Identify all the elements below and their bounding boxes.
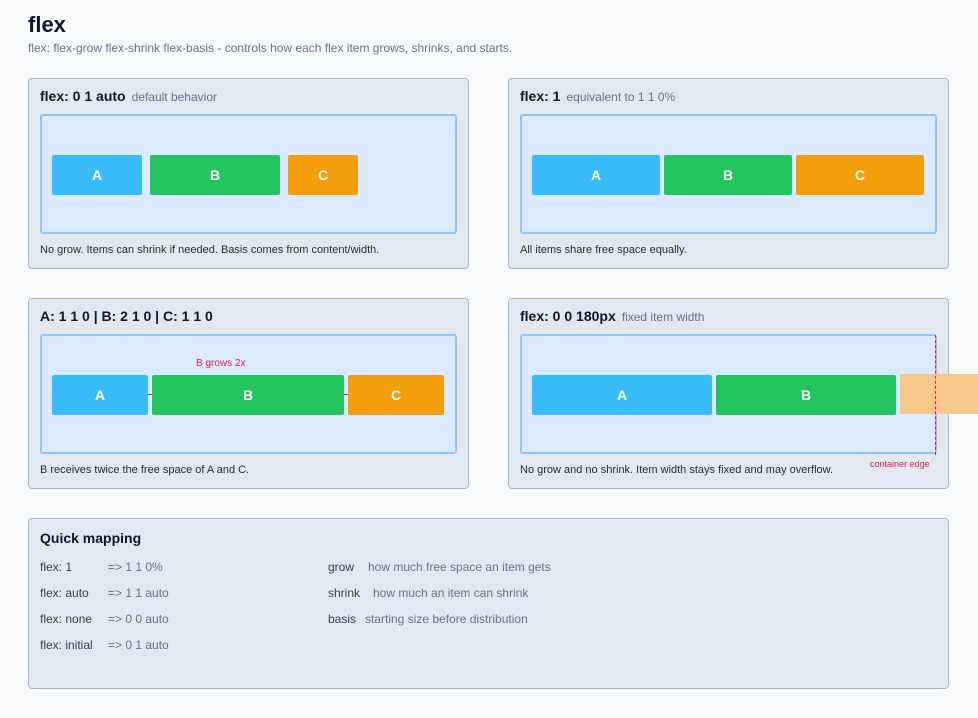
flex-item-a: A (532, 155, 660, 195)
panel-caption: No grow. Items can shrink if needed. Bas… (40, 244, 380, 256)
flex-item-c: C (796, 155, 924, 195)
term-description: starting size before distribution (365, 612, 528, 626)
panel-header: flex: 0 1 auto default behavior (40, 88, 217, 106)
example-panel-flex-1: flex: 1 equivalent to 1 1 0% A B C All it… (508, 78, 949, 269)
overflow-item-c (900, 374, 978, 414)
grow-annotation: B grows 2x (196, 358, 246, 369)
mapping-key: flex: initial (40, 638, 93, 652)
panel-title: flex: 0 0 180px (520, 308, 616, 324)
panel-subtitle: default behavior (131, 90, 217, 104)
mapping-value: => 1 1 auto (108, 586, 169, 600)
example-panel-weighted-grow: A: 1 1 0 | B: 2 1 0 | C: 1 1 0 B grows 2… (28, 298, 469, 489)
term-key: basis (328, 612, 357, 626)
panel-subtitle: fixed item width (621, 310, 705, 324)
flex-item-b: B (152, 375, 344, 415)
flex-container: A B C (40, 114, 457, 234)
panel-header: flex: 0 0 180px fixed item width (520, 308, 704, 326)
page-subtitle: flex: flex-grow flex-shrink flex-basis -… (28, 41, 513, 55)
flex-item-c: C (288, 155, 358, 195)
mapping-key: flex: none (40, 612, 93, 626)
panel-header: A: 1 1 0 | B: 2 1 0 | C: 1 1 0 (40, 308, 213, 326)
flex-item-c: C (348, 375, 444, 415)
mapping-key: flex: 1 (40, 560, 73, 574)
quick-mapping-title: Quick mapping (40, 530, 142, 546)
flex-container: A B (520, 334, 937, 454)
term-description: how much free space an item gets (368, 560, 551, 574)
quick-mapping-panel: Quick mapping flex: 1 => 1 1 0% flex: au… (28, 518, 949, 689)
term-key: grow (328, 560, 355, 574)
flex-item-a: A (52, 155, 142, 195)
panel-caption: All items share free space equally. (520, 244, 687, 256)
panel-title: flex: 1 (520, 88, 561, 104)
panel-title: flex: 0 1 auto (40, 88, 126, 104)
flex-item-a: A (532, 375, 712, 415)
flex-container: B grows 2x A B C (40, 334, 457, 454)
example-panel-default: flex: 0 1 auto default behavior A B C No … (28, 78, 469, 269)
page-title: flex (28, 12, 66, 37)
mapping-value: => 0 0 auto (108, 612, 169, 626)
panel-caption: B receives twice the free space of A and… (40, 464, 250, 476)
term-key: shrink (328, 586, 361, 600)
panel-header: flex: 1 equivalent to 1 1 0% (520, 88, 675, 106)
flex-item-b: B (664, 155, 792, 195)
panel-caption: No grow and no shrink. Item width stays … (520, 464, 834, 476)
mapping-value: => 1 1 0% (108, 560, 163, 574)
flex-item-a: A (52, 375, 148, 415)
container-edge-line (935, 335, 936, 455)
term-description: how much an item can shrink (373, 586, 529, 600)
flex-item-b: B (150, 155, 280, 195)
container-edge-label: container edge (870, 459, 930, 469)
mapping-value: => 0 1 auto (108, 638, 169, 652)
flex-item-b: B (716, 375, 896, 415)
panel-subtitle: equivalent to 1 1 0% (566, 90, 676, 104)
flex-container: A B C (520, 114, 937, 234)
panel-title: A: 1 1 0 | B: 2 1 0 | C: 1 1 0 (40, 308, 213, 324)
mapping-key: flex: auto (40, 586, 89, 600)
